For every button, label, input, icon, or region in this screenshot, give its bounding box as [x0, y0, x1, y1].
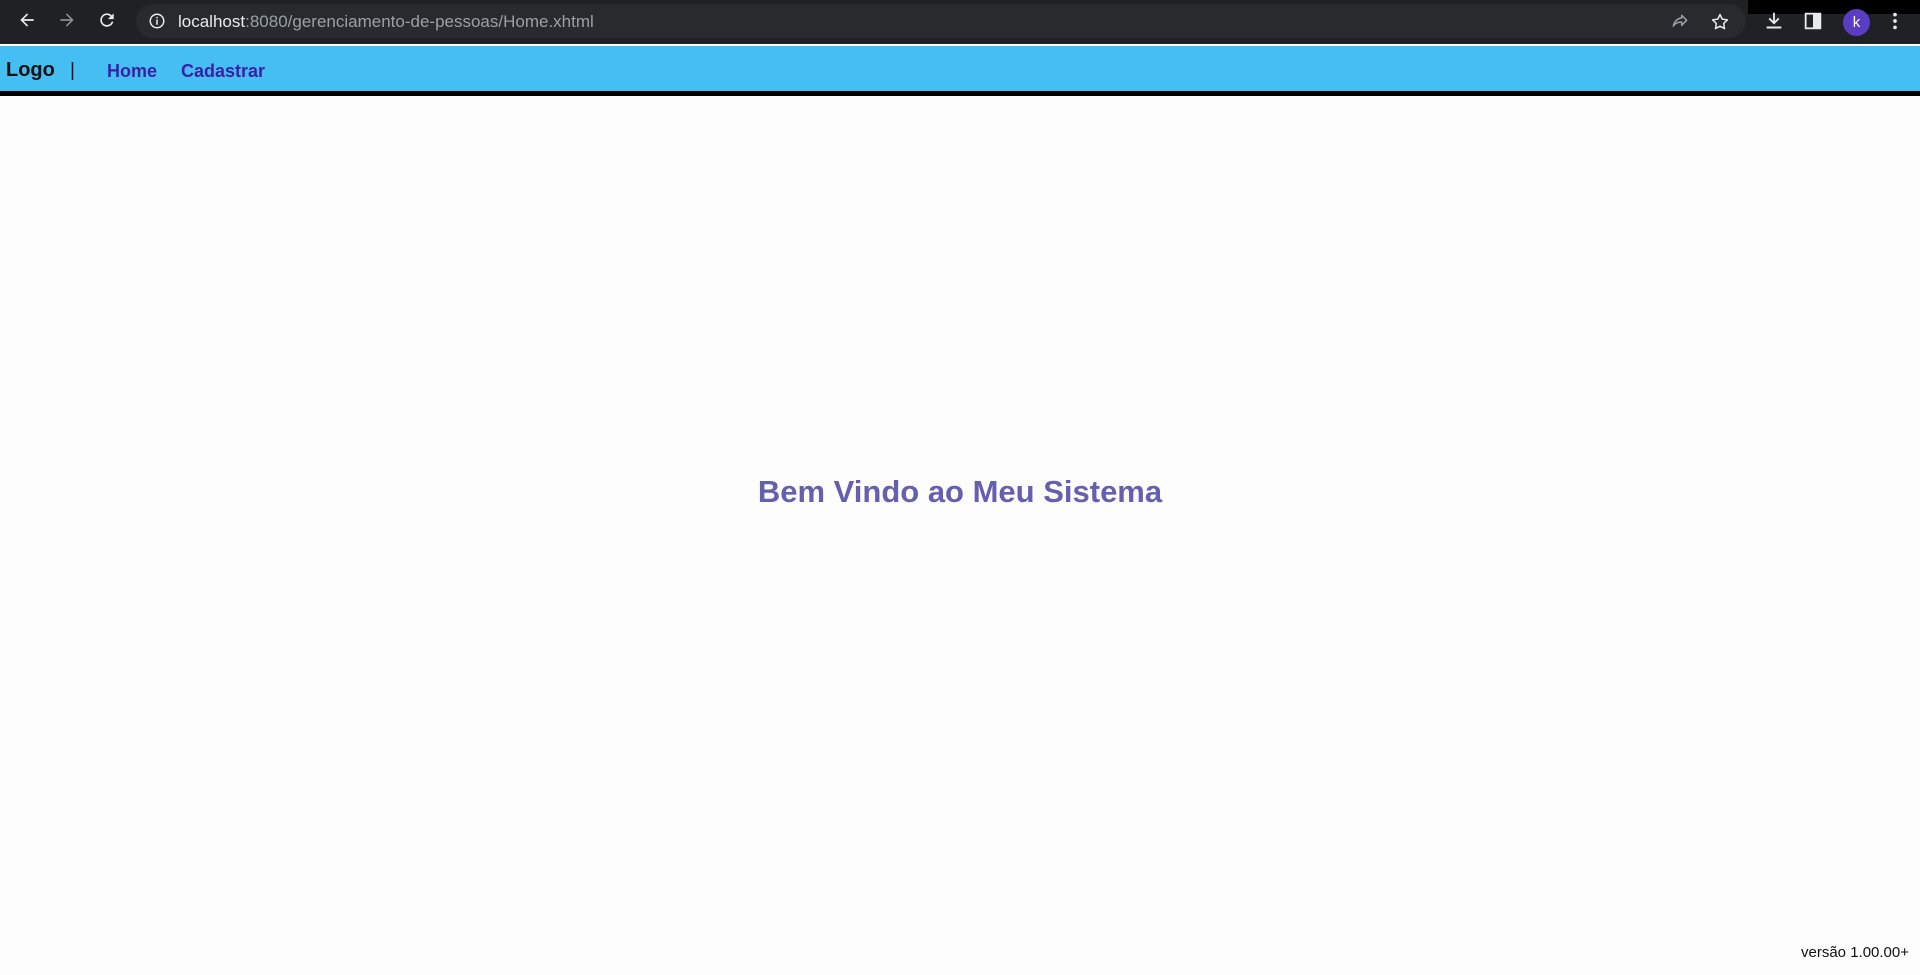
nav-separator: | [70, 60, 75, 81]
download-icon[interactable] [1763, 10, 1785, 32]
side-panel-icon[interactable] [1802, 10, 1824, 32]
back-arrow-icon[interactable] [13, 6, 41, 34]
share-icon[interactable] [1670, 12, 1690, 32]
address-bar[interactable]: localhost:8080/gerenciamento-de-pessoas/… [136, 4, 1746, 38]
reload-icon[interactable] [93, 6, 121, 34]
url-host: localhost [178, 12, 246, 31]
url-text[interactable]: localhost:8080/gerenciamento-de-pessoas/… [178, 12, 594, 32]
forward-arrow-icon[interactable] [53, 6, 81, 34]
avatar[interactable]: k [1843, 9, 1870, 36]
version-label: versão 1.00.00+ [1801, 944, 1909, 961]
kebab-menu-icon[interactable] [1884, 10, 1906, 32]
nav-link-home[interactable]: Home [107, 61, 157, 82]
browser-toolbar: localhost:8080/gerenciamento-de-pessoas/… [0, 0, 1920, 44]
site-header: Logo | Home Cadastrar [0, 46, 1920, 96]
site-logo: Logo [6, 59, 55, 81]
url-path: :8080/gerenciamento-de-pessoas/Home.xhtm… [245, 12, 594, 31]
star-icon[interactable] [1710, 12, 1730, 32]
welcome-heading: Bem Vindo ao Meu Sistema [757, 474, 1163, 509]
info-icon[interactable] [148, 12, 166, 30]
nav-link-cadastrar[interactable]: Cadastrar [181, 61, 265, 82]
